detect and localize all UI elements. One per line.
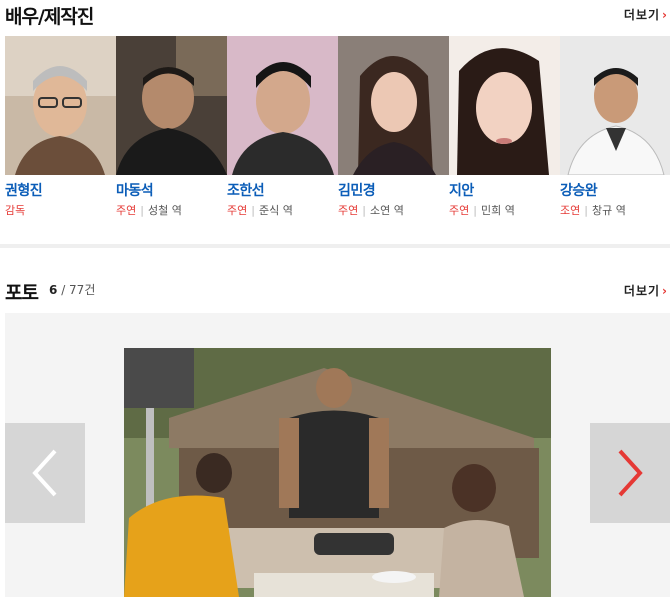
role-character: 준식 역 — [258, 204, 293, 217]
chevron-right-icon: › — [662, 8, 668, 22]
photo-section-header: 포토 더보기 › — [0, 278, 670, 304]
role-type: 주연 — [227, 204, 248, 217]
role-character: 소연 역 — [369, 204, 404, 217]
cast-item[interactable]: 조한선 주연 | 준식 역 — [227, 36, 338, 218]
photo-total: / 77건 — [61, 283, 96, 297]
role-character: 창규 역 — [591, 204, 626, 217]
cast-item[interactable]: 강승완 조연 | 창규 역 — [560, 36, 670, 218]
cast-role: 주연 | 소연 역 — [338, 202, 404, 218]
next-photo-button[interactable] — [590, 423, 670, 523]
role-type: 주연 — [449, 204, 470, 217]
section-divider — [0, 244, 670, 248]
cast-more-link[interactable]: 더보기 › — [624, 6, 668, 23]
cast-section-header: 배우/제작진 더보기 › — [0, 2, 670, 28]
cast-list: 권형진 감독 마동석 주연 | 성철 역 조한선 주연 | 준식 역 김민경 주연 | 소연… — [5, 36, 670, 218]
cast-name[interactable]: 조한선 — [227, 180, 265, 200]
cast-section-title: 배우/제작진 — [5, 6, 94, 28]
movie-still-photo[interactable] — [124, 348, 551, 597]
role-type: 감독 — [5, 204, 26, 217]
cast-more-label: 더보기 — [623, 8, 661, 22]
role-separator: | — [473, 204, 477, 217]
photo-current: 6 — [49, 283, 58, 297]
cast-name[interactable]: 김민경 — [338, 180, 376, 200]
cast-name[interactable]: 마동석 — [116, 180, 154, 200]
photo-viewer — [5, 313, 670, 597]
previous-photo-button[interactable] — [5, 423, 85, 523]
photo-counter: 6 / 77건 — [49, 281, 95, 298]
role-separator: | — [140, 204, 144, 217]
cast-photo[interactable] — [449, 36, 560, 175]
role-type: 조연 — [560, 204, 581, 217]
cast-item[interactable]: 권형진 감독 — [5, 36, 116, 218]
photo-more-link[interactable]: 더보기 › — [624, 282, 668, 299]
role-type: 주연 — [116, 204, 137, 217]
chevron-left-icon — [32, 449, 57, 497]
cast-photo[interactable] — [338, 36, 449, 175]
role-separator: | — [584, 204, 588, 217]
cast-role: 주연 | 성철 역 — [116, 202, 182, 218]
cast-name[interactable]: 지안 — [449, 180, 474, 200]
chevron-right-icon — [618, 449, 643, 497]
cast-photo[interactable] — [227, 36, 338, 175]
cast-name[interactable]: 권형진 — [5, 180, 43, 200]
cast-photo[interactable] — [5, 36, 116, 175]
cast-photo[interactable] — [560, 36, 670, 175]
role-character: 민희 역 — [480, 204, 515, 217]
cast-role: 주연 | 준식 역 — [227, 202, 293, 218]
role-separator: | — [251, 204, 255, 217]
cast-item[interactable]: 지안 주연 | 민희 역 — [449, 36, 560, 218]
role-character: 성철 역 — [147, 204, 182, 217]
cast-name[interactable]: 강승완 — [560, 180, 598, 200]
role-type: 주연 — [338, 204, 359, 217]
cast-item[interactable]: 마동석 주연 | 성철 역 — [116, 36, 227, 218]
chevron-right-icon: › — [662, 284, 668, 298]
cast-item[interactable]: 김민경 주연 | 소연 역 — [338, 36, 449, 218]
cast-role: 감독 — [5, 202, 25, 218]
cast-photo[interactable] — [116, 36, 227, 175]
photo-section-title: 포토 — [5, 282, 39, 304]
cast-role: 조연 | 창규 역 — [560, 202, 626, 218]
role-separator: | — [362, 204, 366, 217]
cast-role: 주연 | 민희 역 — [449, 202, 515, 218]
photo-more-label: 더보기 — [623, 284, 661, 298]
